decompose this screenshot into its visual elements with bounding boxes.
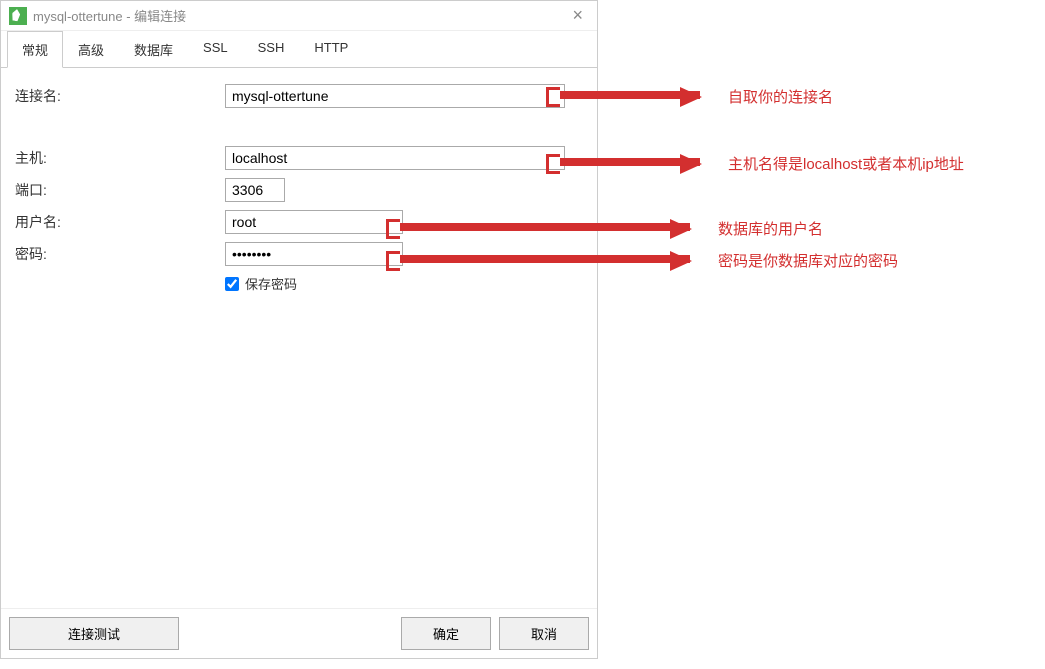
annotation-username: 数据库的用户名 (400, 218, 823, 239)
annotation-text: 数据库的用户名 (718, 218, 823, 239)
footer: 连接测试 确定 取消 (1, 608, 597, 658)
input-password[interactable] (225, 242, 403, 266)
tabs-bar: 常规 高级 数据库 SSL SSH HTTP (1, 31, 597, 68)
ok-button[interactable]: 确定 (401, 617, 491, 650)
form-area: 连接名: 主机: 端口: 用户名: 密码: 保存密码 (1, 68, 597, 608)
annotation-connection-name: 自取你的连接名 (560, 86, 833, 107)
label-username: 用户名: (15, 212, 225, 232)
test-connection-button[interactable]: 连接测试 (9, 617, 179, 650)
close-icon[interactable]: × (566, 5, 589, 26)
row-save-password: 保存密码 (225, 274, 583, 293)
label-save-password: 保存密码 (245, 274, 297, 293)
input-username[interactable] (225, 210, 403, 234)
input-port[interactable] (225, 178, 285, 202)
label-password: 密码: (15, 244, 225, 264)
label-port: 端口: (15, 180, 225, 200)
titlebar: mysql-ottertune - 编辑连接 × (1, 1, 597, 31)
app-icon (9, 7, 27, 25)
input-connection-name[interactable] (225, 84, 565, 108)
tab-ssl[interactable]: SSL (188, 31, 243, 68)
tab-http[interactable]: HTTP (299, 31, 363, 68)
annotation-text: 主机名得是localhost或者本机ip地址 (728, 153, 964, 174)
annotation-text: 自取你的连接名 (728, 86, 833, 107)
row-port: 端口: (15, 178, 583, 202)
annotation-host: 主机名得是localhost或者本机ip地址 (560, 153, 964, 174)
label-host: 主机: (15, 148, 225, 168)
row-connection-name: 连接名: (15, 84, 583, 108)
tab-general[interactable]: 常规 (7, 31, 63, 68)
tab-ssh[interactable]: SSH (243, 31, 300, 68)
label-connection-name: 连接名: (15, 86, 225, 106)
input-host[interactable] (225, 146, 565, 170)
tab-database[interactable]: 数据库 (119, 31, 188, 68)
window-title: mysql-ottertune - 编辑连接 (33, 6, 566, 25)
footer-spacer (187, 617, 393, 650)
tab-advanced[interactable]: 高级 (63, 31, 119, 68)
annotation-password: 密码是你数据库对应的密码 (400, 250, 898, 271)
annotation-text: 密码是你数据库对应的密码 (718, 250, 898, 271)
row-host: 主机: (15, 146, 583, 170)
cancel-button[interactable]: 取消 (499, 617, 589, 650)
checkbox-save-password[interactable] (225, 277, 239, 291)
edit-connection-window: mysql-ottertune - 编辑连接 × 常规 高级 数据库 SSL S… (0, 0, 598, 659)
